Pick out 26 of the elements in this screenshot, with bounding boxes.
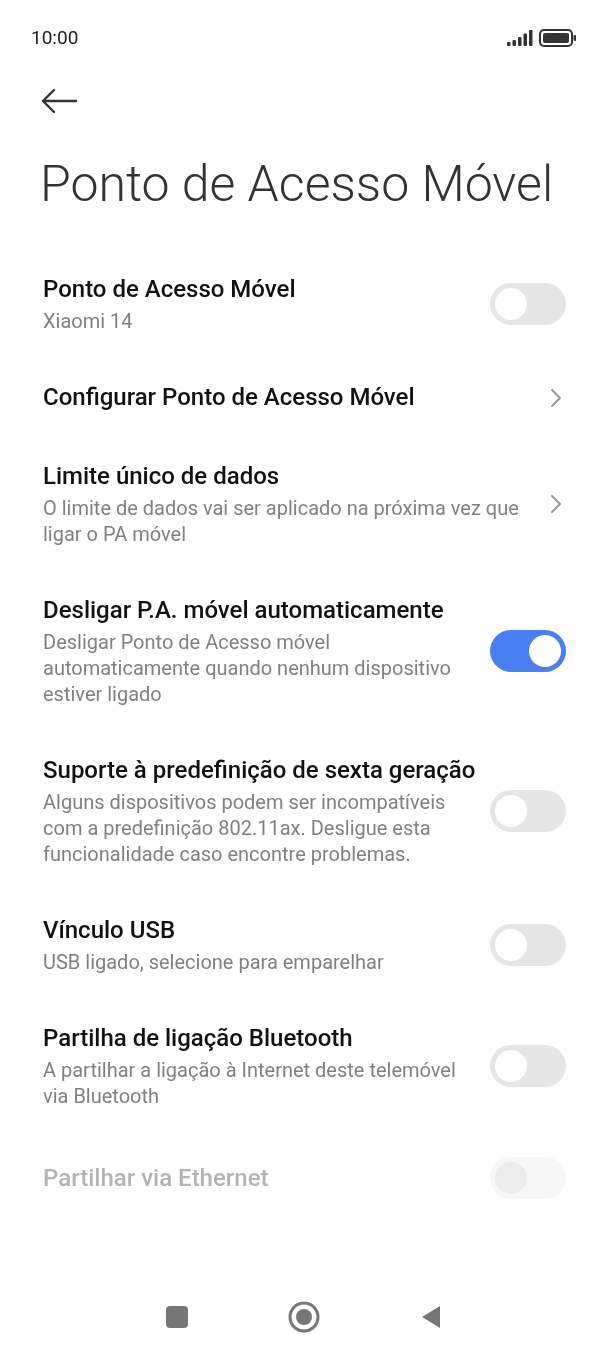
page-title: Ponto de Acesso Móvel xyxy=(39,154,555,215)
setting-title[interactable]: Suporte à predefinição de sexta geração xyxy=(43,755,482,786)
toggle-switch[interactable] xyxy=(490,630,566,672)
setting-title[interactable]: Vínculo USB xyxy=(43,915,482,946)
toggle-switch[interactable] xyxy=(490,283,566,325)
back-icon[interactable] xyxy=(420,1304,442,1330)
setting-title[interactable]: Ponto de Acesso Móvel xyxy=(43,274,482,305)
setting-description: O limite de dados vai ser aplicado na próxima vez que ligar o PA móvel xyxy=(43,495,520,547)
setting-description: Alguns dispositivos podem ser incompatíveis com a predefinição 802.11ax. Desligue esta funcionalidade caso encontre problemas. xyxy=(43,789,447,867)
toggle-switch[interactable] xyxy=(490,790,566,832)
toggle-switch[interactable] xyxy=(490,1045,566,1087)
home-icon[interactable] xyxy=(288,1301,320,1333)
setting-title[interactable]: Desligar P.A. móvel automaticamente xyxy=(43,595,482,626)
recents-icon[interactable] xyxy=(166,1306,188,1328)
setting-title[interactable]: Partilha de ligação Bluetooth xyxy=(43,1023,482,1054)
setting-description: Xiaomi 14 xyxy=(43,308,134,334)
back-arrow-icon[interactable] xyxy=(40,88,78,114)
signal-icon xyxy=(507,30,533,46)
setting-title[interactable]: Limite único de dados xyxy=(43,461,542,492)
setting-title[interactable]: Configurar Ponto de Acesso Móvel xyxy=(43,382,542,413)
battery-icon xyxy=(539,29,577,47)
setting-description: USB ligado, selecione para emparelhar xyxy=(43,949,385,975)
setting-description: Desligar Ponto de Acesso móvel automaticamente quando nenhum dispositivo estiver ligado xyxy=(43,629,452,707)
setting-description: A partilhar a ligação à Internet deste telemóvel via Bluetooth xyxy=(43,1057,457,1109)
toggle-switch[interactable] xyxy=(490,924,566,966)
status-time: 10:00 xyxy=(31,24,79,51)
